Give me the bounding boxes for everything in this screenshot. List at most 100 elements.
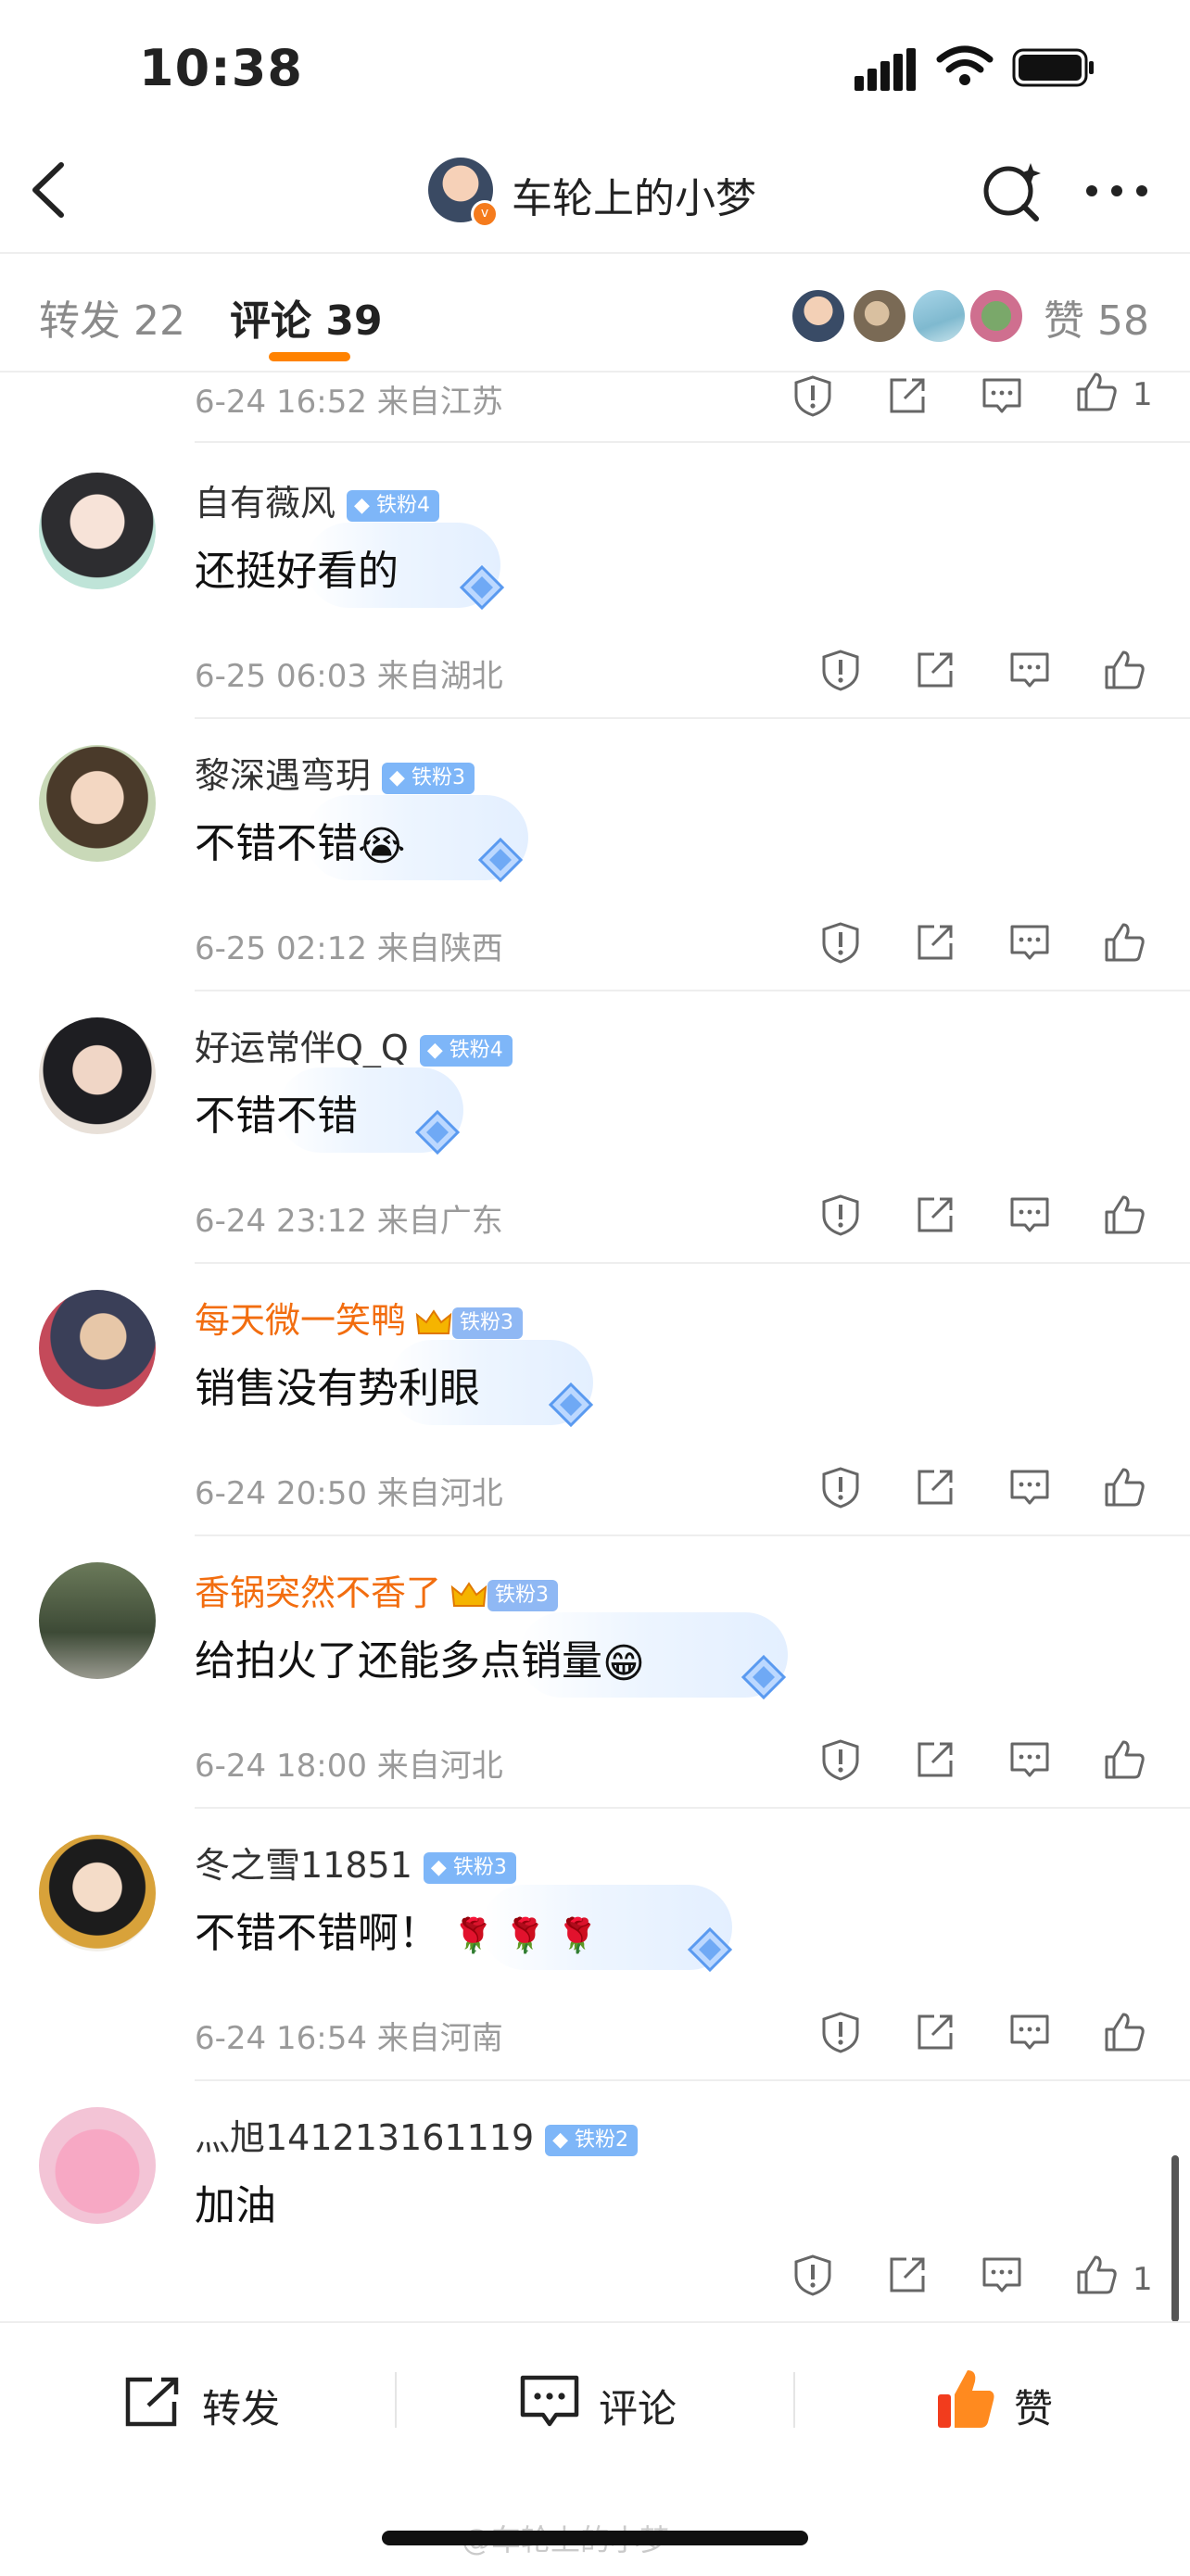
more-options-icon[interactable] [1084,183,1149,198]
commenter-name[interactable]: 灬旭141213161119 ◆ 铁粉2 [195,2109,639,2160]
comment-divider [195,717,1190,719]
comment-icon[interactable] [519,2372,580,2431]
repost-icon[interactable] [122,2374,184,2430]
like-filled-icon[interactable] [934,2367,997,2431]
comment-text: 销售没有势利眼 [195,1365,480,1412]
diamond-sticker-icon [548,1382,594,1428]
comment-text: 加油 [195,2182,276,2229]
share-icon[interactable] [914,1738,956,1781]
comment-text: 还挺好看的 [195,548,399,595]
comment-divider [195,441,1190,443]
diamond-sticker-icon [477,837,524,883]
battery-icon [1012,48,1094,87]
reply-icon[interactable] [1008,1738,1051,1781]
commenter-name[interactable]: 黎深遇弯玥 ◆ 铁粉3 [195,747,475,798]
commenter-avatar[interactable] [39,2107,156,2224]
reply-icon[interactable] [1008,1193,1051,1236]
commenter-avatar[interactable] [39,1290,156,1407]
comment-meta: 6-25 06:03 来自湖北 [195,658,503,695]
report-icon[interactable] [819,1738,862,1781]
reply-icon[interactable] [981,374,1023,417]
tab-repost[interactable]: 转发 22 [39,287,185,347]
like-icon[interactable] [1075,2254,1118,2296]
comment-meta: 6-24 16:54 来自河南 [195,2020,503,2057]
liker-avatar [910,287,968,345]
comment-divider [195,2079,1190,2081]
commenter-name[interactable]: 自有薇风 ◆ 铁粉4 [195,474,439,525]
fan-badge: ◆ 铁粉2 [545,2124,639,2156]
share-icon[interactable] [914,1193,956,1236]
diamond-sticker-icon [414,1109,461,1155]
comment-divider [195,1807,1190,1809]
liker-avatar [790,287,847,345]
share-icon[interactable] [914,921,956,964]
home-indicator[interactable] [382,2531,808,2545]
report-icon[interactable] [791,2254,834,2296]
reply-icon[interactable] [1008,1466,1051,1509]
liker-avatar [968,287,1025,345]
comment-button[interactable]: 评论 [599,2378,677,2434]
tab-likes[interactable]: 赞 58 [1044,287,1149,347]
commenter-avatar[interactable] [39,1562,156,1679]
share-icon[interactable] [886,374,929,417]
like-icon[interactable] [1103,1738,1146,1781]
status-time: 10:38 [139,39,303,97]
fan-badge: ◆ 铁粉3 [382,762,475,794]
report-icon[interactable] [791,374,834,417]
share-icon[interactable] [914,2011,956,2053]
like-icon[interactable] [1103,921,1146,964]
share-icon[interactable] [914,649,956,691]
comment-meta: 6-24 18:00 来自河北 [195,1748,503,1785]
commenter-avatar[interactable] [39,745,156,862]
like-icon[interactable] [1103,1466,1146,1509]
active-tab-indicator [269,352,350,361]
like-count: 1 [1133,2261,1153,2298]
author-name[interactable]: 车轮上的小梦 [512,165,756,224]
fan-badge: 铁粉3 [487,1579,559,1611]
diamond-sticker-icon [741,1654,787,1700]
cellular-signal-icon [855,48,916,91]
tabs-divider [0,371,1190,373]
reply-icon[interactable] [1008,921,1051,964]
like-icon[interactable] [1103,1193,1146,1236]
share-icon[interactable] [914,1466,956,1509]
repost-button[interactable]: 转发 [202,2378,280,2434]
share-icon[interactable] [886,2254,929,2296]
verified-badge-icon: v [471,200,499,228]
like-icon[interactable] [1103,649,1146,691]
report-icon[interactable] [819,649,862,691]
report-icon[interactable] [819,1466,862,1509]
report-icon[interactable] [819,921,862,964]
report-icon[interactable] [819,2011,862,2053]
tab-comments[interactable]: 评论 39 [230,287,383,347]
reply-icon[interactable] [981,2254,1023,2296]
comment-text: 不错不错 [195,1092,358,1140]
search-sparkle-icon[interactable] [981,159,1044,222]
comment-meta: 6-25 02:12 来自陕西 [195,930,503,967]
comment-divider [195,1534,1190,1536]
commenter-name[interactable]: 每天微一笑鸭 铁粉3 [195,1292,524,1343]
commenter-avatar[interactable] [39,473,156,589]
commenter-avatar[interactable] [39,1835,156,1951]
nav-divider [0,252,1190,254]
diamond-sticker-icon [459,564,505,611]
like-icon[interactable] [1075,371,1118,413]
reply-icon[interactable] [1008,2011,1051,2053]
back-arrow-icon[interactable] [26,158,72,222]
scrollbar[interactable] [1171,2155,1179,2322]
reply-icon[interactable] [1008,649,1051,691]
commenter-name[interactable]: 冬之雪11851 ◆ 铁粉3 [195,1837,516,1888]
comment-meta: 6-24 20:50 来自河北 [195,1475,503,1512]
commenter-name[interactable]: 香锅突然不香了 铁粉3 [195,1564,559,1615]
like-icon[interactable] [1103,2011,1146,2053]
comment-text: 不错不错😭 [195,820,406,870]
like-button[interactable]: 赞 [1014,2378,1053,2434]
comment-meta: 6-24 23:12 来自广东 [195,1203,503,1240]
fan-badge: ◆ 铁粉4 [419,1034,513,1067]
report-icon[interactable] [819,1193,862,1236]
diamond-sticker-icon [687,1926,733,1973]
commenter-avatar[interactable] [39,1017,156,1134]
commenter-name[interactable]: 好运常伴Q_Q ◆ 铁粉4 [195,1019,513,1070]
comment-divider [195,1262,1190,1264]
crown-icon [450,1581,487,1607]
